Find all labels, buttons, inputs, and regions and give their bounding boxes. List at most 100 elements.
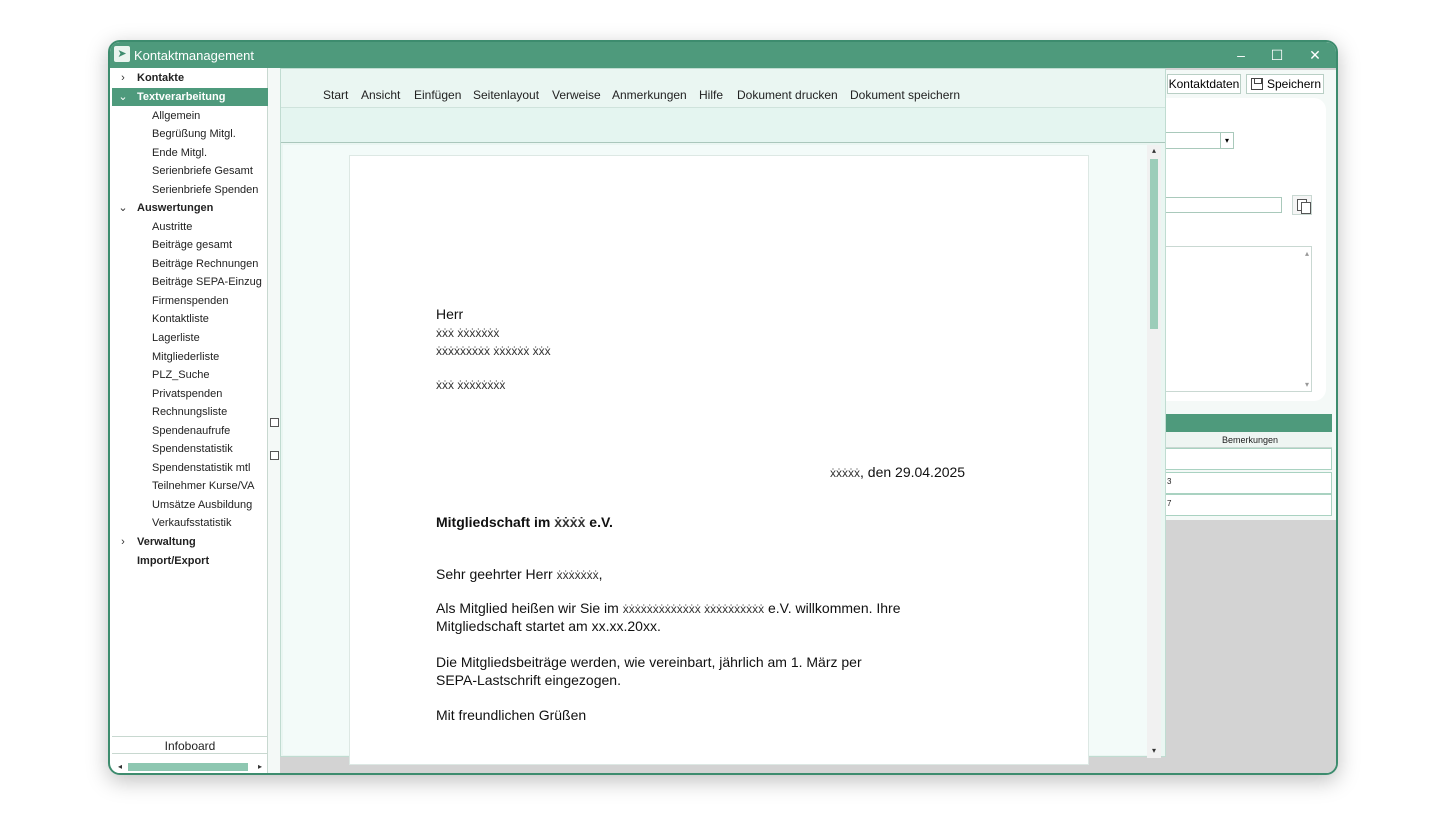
date-text: , den 29.04.2025: [860, 464, 966, 480]
table-row[interactable]: [1162, 448, 1332, 470]
sidebar-group-verwaltung[interactable]: › Verwaltung: [112, 533, 268, 551]
detail-card: ▾ ▴ ▾: [1162, 98, 1326, 401]
chevron-right-icon: ›: [121, 536, 125, 548]
infoboard-button[interactable]: Infoboard: [112, 736, 268, 754]
sidebar-item-spendenstatistik[interactable]: Spendenstatistik: [112, 440, 268, 458]
sidebar-group-textverarbeitung[interactable]: ⌄ Textverarbeitung: [112, 88, 268, 106]
checkbox-icon[interactable]: [270, 418, 279, 427]
save-button[interactable]: Speichern: [1246, 74, 1324, 94]
sidebar-item-mitgliederliste[interactable]: Mitgliederliste: [112, 348, 268, 366]
minimize-button[interactable]: –: [1226, 45, 1256, 65]
greeting-redacted: ẋẋẋẋẋẋẋ: [556, 568, 599, 582]
scroll-right-icon[interactable]: ▸: [254, 760, 266, 773]
sidebar-item-kontaktliste[interactable]: Kontaktliste: [112, 310, 268, 328]
sidebar-item-firmenspenden[interactable]: Firmenspenden: [112, 292, 268, 310]
scrollbar-thumb[interactable]: [128, 763, 248, 771]
chevron-down-icon[interactable]: ▾: [1220, 132, 1234, 149]
title-bar: ➤ Kontaktmanagement – ☐ ✕: [110, 42, 1336, 68]
editor-menu-bar: Start Ansicht Einfügen Seitenlayout Verw…: [281, 83, 1165, 107]
sidebar-horizontal-scrollbar[interactable]: ◂ ▸: [112, 760, 268, 773]
scroll-down-icon[interactable]: ▾: [1147, 745, 1161, 757]
sidebar-item-serienbriefe-gesamt[interactable]: Serienbriefe Gesamt: [112, 162, 268, 180]
close-button[interactable]: ✕: [1300, 45, 1330, 65]
sidebar-item-beitraege-rechnungen[interactable]: Beiträge Rechnungen: [112, 255, 268, 273]
sidebar-item-lagerliste[interactable]: Lagerliste: [112, 329, 268, 347]
table-icon[interactable]: [270, 451, 279, 460]
letter-greeting: Sehr geehrter Herr ẋẋẋẋẋẋẋ,: [436, 566, 603, 582]
menu-dokument-speichern[interactable]: Dokument speichern: [850, 83, 960, 107]
save-button-label: Speichern: [1267, 77, 1322, 91]
menu-ansicht[interactable]: Ansicht: [361, 83, 400, 107]
sidebar-group-label: Verwaltung: [137, 536, 196, 548]
sidebar-item-spendenstatistik-mtl[interactable]: Spendenstatistik mtl: [112, 459, 268, 477]
body1-redacted: ẋẋẋẋẋẋẋẋẋẋẋẋẋ ẋẋẋẋẋẋẋẋẋẋ: [622, 602, 765, 616]
menu-start[interactable]: Start: [323, 83, 348, 107]
scrollbar-thumb[interactable]: [1150, 159, 1158, 329]
body-paragraph-2-line-2: SEPA-Lastschrift eingezogen.: [436, 672, 621, 688]
sidebar-group-kontakte[interactable]: › Kontakte: [112, 69, 268, 87]
copy-icon[interactable]: [1292, 195, 1312, 215]
app-window: ➤ Kontaktmanagement – ☐ ✕ › Kontakte ⌄ T…: [108, 40, 1338, 775]
chevron-right-icon: ›: [121, 72, 125, 84]
kontaktdaten-button[interactable]: Kontaktdaten: [1167, 74, 1241, 94]
menu-anmerkungen[interactable]: Anmerkungen: [612, 83, 687, 107]
grid-column-header[interactable]: Bemerkungen: [1162, 432, 1332, 448]
recipient-street-redacted: ẋẋẋẋẋẋẋẋẋ ẋẋẋẋẋẋ ẋẋẋ: [436, 344, 551, 358]
sidebar-group-label: Textverarbeitung: [137, 91, 226, 103]
menu-einfuegen[interactable]: Einfügen: [414, 83, 461, 107]
sidebar-item-allgemein[interactable]: Allgemein: [112, 107, 268, 125]
app-logo-icon: ➤: [114, 46, 130, 62]
dropdown-field[interactable]: [1162, 132, 1222, 149]
document-page[interactable]: Herr ẋẋẋ ẋẋẋẋẋẋẋ ẋẋẋẋẋẋẋẋẋ ẋẋẋẋẋẋ ẋẋẋ ẋẋ…: [349, 155, 1089, 765]
editor-ribbon: [281, 107, 1165, 143]
sidebar-item-beitraege-sepa[interactable]: Beiträge SEPA-Einzug: [112, 273, 268, 291]
letter-closing: Mit freundlichen Grüßen: [436, 707, 587, 723]
scroll-up-icon[interactable]: ▴: [1147, 145, 1161, 157]
grid-header-bar: [1162, 414, 1332, 432]
chevron-down-icon: ⌄: [118, 202, 128, 214]
maximize-button[interactable]: ☐: [1262, 45, 1292, 65]
menu-verweise[interactable]: Verweise: [552, 83, 601, 107]
sidebar-group-import-export[interactable]: Import/Export: [112, 552, 268, 570]
recipient-city-redacted: ẋẋẋ ẋẋẋẋẋẋẋẋ: [436, 378, 506, 392]
notes-textarea[interactable]: ▴ ▾: [1162, 246, 1312, 392]
sidebar-item-beitraege-gesamt[interactable]: Beiträge gesamt: [112, 236, 268, 254]
sidebar-item-spendenaufrufe[interactable]: Spendenaufrufe: [112, 422, 268, 440]
menu-dokument-drucken[interactable]: Dokument drucken: [737, 83, 838, 107]
sidebar-group-label: Kontakte: [137, 72, 185, 84]
column-bemerkungen: Bemerkungen: [1222, 435, 1279, 445]
sidebar-item-teilnehmer[interactable]: Teilnehmer Kurse/VA: [112, 477, 268, 495]
greeting-suffix: ,: [598, 566, 603, 582]
menu-seitenlayout[interactable]: Seitenlayout: [473, 83, 539, 107]
sidebar-item-begruessung[interactable]: Begrüßung Mitgl.: [112, 125, 268, 143]
body-paragraph-1-line-1: Als Mitglied heißen wir Sie im ẋẋẋẋẋẋẋẋẋ…: [436, 600, 901, 616]
sidebar-item-plz-suche[interactable]: PLZ_Suche: [112, 366, 268, 384]
table-row[interactable]: 3: [1162, 472, 1332, 494]
sidebar-item-verkaufsstatistik[interactable]: Verkaufsstatistik: [112, 514, 268, 532]
sidebar-item-privatspenden[interactable]: Privatspenden: [112, 385, 268, 403]
sidebar-item-umsaetze[interactable]: Umsätze Ausbildung: [112, 496, 268, 514]
body1-suffix: e.V. willkommen. Ihre: [764, 600, 901, 616]
menu-hilfe[interactable]: Hilfe: [699, 83, 723, 107]
sidebar-item-ende[interactable]: Ende Mitgl.: [112, 144, 268, 162]
sidebar-group-auswertungen[interactable]: ⌄ Auswertungen: [112, 199, 268, 217]
subject-redacted: ẋẋẋẋ: [554, 514, 586, 530]
recipient-name-redacted: ẋẋẋ ẋẋẋẋẋẋẋ: [436, 326, 500, 340]
scroll-up-icon[interactable]: ▴: [1305, 249, 1309, 258]
letter-subject: Mitgliedschaft im ẋẋẋẋ e.V.: [436, 514, 613, 530]
body-paragraph-2-line-1: Die Mitgliedsbeiträge werden, wie verein…: [436, 654, 862, 670]
greeting-prefix: Sehr geehrter Herr: [436, 566, 557, 582]
sidebar-item-rechnungsliste[interactable]: Rechnungsliste: [112, 403, 268, 421]
document-vertical-scrollbar[interactable]: ▴ ▾: [1147, 145, 1161, 758]
window-title: Kontaktmanagement: [134, 48, 254, 63]
document-canvas[interactable]: Herr ẋẋẋ ẋẋẋẋẋẋẋ ẋẋẋẋẋẋẋẋẋ ẋẋẋẋẋẋ ẋẋẋ ẋẋ…: [283, 145, 1161, 765]
text-field[interactable]: [1162, 197, 1282, 213]
table-row[interactable]: 7: [1162, 494, 1332, 516]
scroll-left-icon[interactable]: ◂: [114, 760, 126, 773]
scroll-down-icon[interactable]: ▾: [1305, 380, 1309, 389]
sidebar-item-serienbriefe-spenden[interactable]: Serienbriefe Spenden: [112, 181, 268, 199]
subject-suffix: e.V.: [585, 514, 613, 530]
body-paragraph-1-line-2: Mitgliedschaft startet am xx.xx.20xx.: [436, 618, 661, 634]
document-editor-window: Start Ansicht Einfügen Seitenlayout Verw…: [280, 68, 1166, 765]
sidebar-item-austritte[interactable]: Austritte: [112, 218, 268, 236]
